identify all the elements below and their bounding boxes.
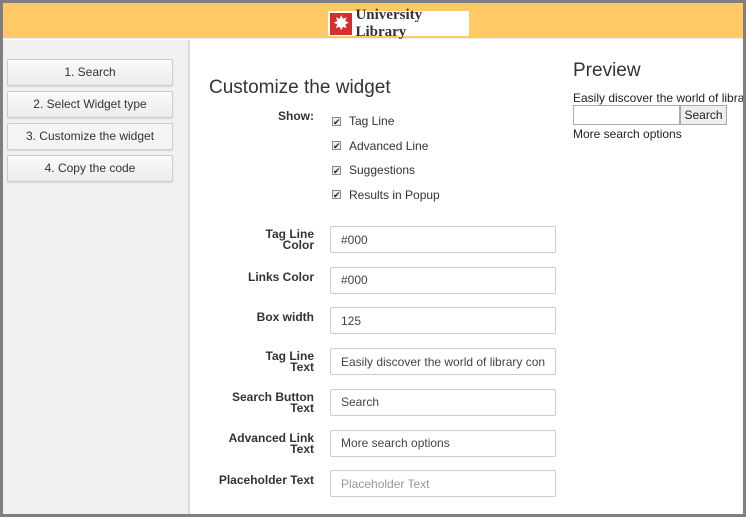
field-label: Box width <box>256 310 314 325</box>
logo-text: University Library <box>355 6 423 40</box>
checkbox-label: Suggestions <box>349 163 416 177</box>
checkbox-row[interactable]: ✔ Tag Line <box>332 114 394 128</box>
show-label: Show: <box>278 109 314 123</box>
field-input[interactable] <box>330 307 556 335</box>
checkbox-row[interactable]: ✔ Suggestions <box>332 163 415 177</box>
sidebar: 1. Search 2. Select Widget type 3. Custo… <box>3 40 190 514</box>
checkbox[interactable]: ✔ <box>332 141 341 151</box>
field-label: Placeholder Text <box>218 473 314 488</box>
logo: ✸ University Library <box>328 7 469 40</box>
preview-title: Preview <box>573 60 641 81</box>
preview-tagline: Easily discover the world of library <box>573 91 746 105</box>
checkbox-row[interactable]: ✔ Advanced Line <box>332 139 428 153</box>
checkbox-label: Tag Line <box>349 114 395 128</box>
checkbox-label: Advanced Line <box>349 138 429 153</box>
field-label: Advanced Link Text <box>228 430 314 456</box>
page-title: Customize the widget <box>209 77 391 98</box>
field-label: Links Color <box>247 269 314 284</box>
preview-more-link[interactable]: More search options <box>573 127 682 141</box>
field-input[interactable] <box>330 226 556 253</box>
checkbox[interactable]: ✔ <box>332 116 341 126</box>
field-input[interactable] <box>330 388 556 416</box>
window: ✸ University Library 1. Search 2. Select… <box>0 0 746 517</box>
step-copy-code[interactable]: 4. Copy the code <box>7 155 173 182</box>
checkbox-label: Results in Popup <box>349 187 440 202</box>
field-input[interactable] <box>330 470 556 498</box>
preview-search-input[interactable] <box>573 105 680 125</box>
checkbox[interactable]: ✔ <box>332 190 341 200</box>
checkbox[interactable]: ✔ <box>332 165 341 175</box>
step-customize-widget[interactable]: 3. Customize the widget <box>7 123 173 150</box>
field-input[interactable] <box>330 348 556 376</box>
field-input[interactable] <box>330 429 556 457</box>
field-label: Tag Line Color <box>265 227 314 252</box>
main: Customize the widget Show: ✔ Tag Line ✔ Adv… <box>192 40 746 514</box>
field-label: Search Button Text <box>231 389 314 415</box>
step-select-widget-type[interactable]: 2. Select Widget type <box>7 91 173 118</box>
step-search[interactable]: 1. Search <box>7 59 173 86</box>
field-input[interactable] <box>330 266 556 294</box>
star-burst-icon: ✸ <box>330 12 353 35</box>
header: ✸ University Library <box>3 3 743 40</box>
checkbox-row[interactable]: ✔ Results in Popup <box>332 188 440 202</box>
preview-search-button[interactable]: Search <box>680 105 727 125</box>
field-label: Tag Line Text <box>265 349 314 375</box>
